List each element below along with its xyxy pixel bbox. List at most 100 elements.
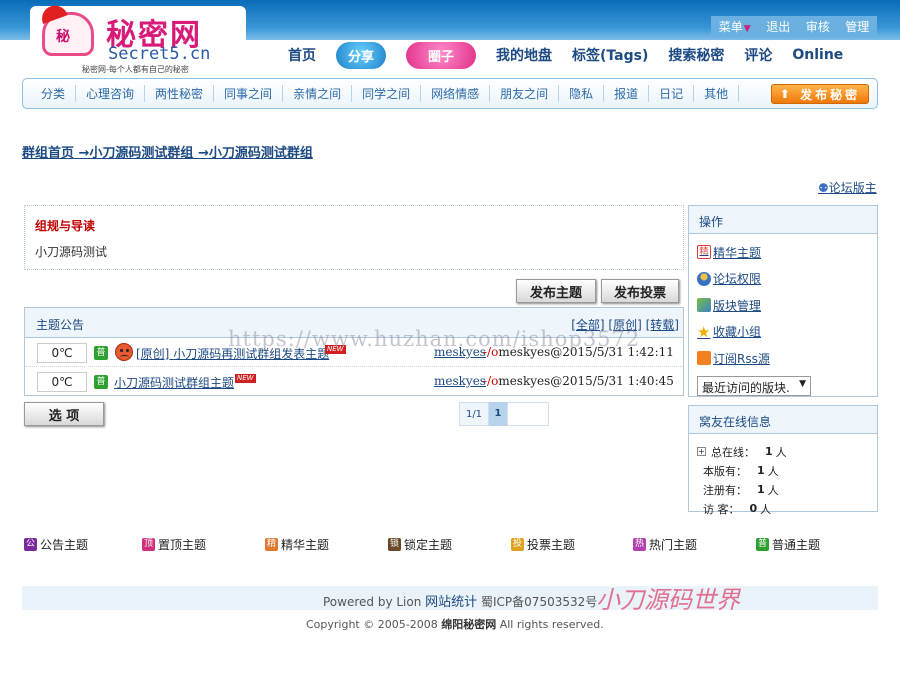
topic-list-header: 主题公告 [全部] [原创] [转载]: [25, 308, 683, 338]
op-board-manage-link[interactable]: 版块管理: [697, 292, 869, 319]
nav-my-space[interactable]: 我的地盘: [496, 45, 552, 65]
filter-repost[interactable]: [转载]: [646, 318, 679, 332]
legend-item: 锁锁定主题: [388, 538, 453, 552]
normal-topic-icon: 普: [94, 346, 108, 360]
normal-topic-icon: 普: [756, 538, 769, 551]
online-total: + 总在线： 1 人: [697, 445, 787, 459]
category-item[interactable]: 同事之间: [214, 85, 284, 102]
category-item[interactable]: 心理咨询: [76, 85, 146, 102]
new-badge: NEW: [235, 374, 256, 383]
poll-icon: 投: [511, 538, 524, 551]
chevron-down-icon: ▼: [799, 378, 806, 389]
star-icon: ★: [697, 322, 711, 341]
jing-icon: 精: [697, 245, 711, 260]
online-registered: 注册有： 1 人: [703, 483, 779, 497]
nav-home[interactable]: 首页: [288, 45, 316, 65]
category-item[interactable]: 亲情之间: [283, 85, 353, 102]
filter-original[interactable]: [原创]: [608, 318, 641, 332]
category-item[interactable]: 分类: [31, 85, 77, 102]
temperature-badge: 0℃: [37, 372, 87, 392]
review-link[interactable]: 审核: [806, 18, 830, 35]
post-poll-button[interactable]: 发布投票: [601, 279, 679, 303]
topic-filters: [全部] [原创] [转载]: [571, 316, 679, 333]
topic-last-reply: -/omeskyes@2015/5/31 1:40:45: [483, 374, 674, 388]
recent-boards-select[interactable]: 最近访问的版块. ▼: [697, 375, 811, 396]
category-item[interactable]: 隐私: [559, 85, 605, 102]
online-title: 窝友在线信息: [689, 406, 877, 434]
board-icon: [697, 298, 711, 313]
topic-list-title: 主题公告: [36, 318, 85, 332]
logo-domain: Secret5.cn: [108, 44, 211, 64]
nav-tags[interactable]: 标签(Tags): [572, 45, 648, 65]
online-board: 本版有： 1 人: [703, 464, 779, 478]
publish-secret-button[interactable]: ⬆ 发布秘密: [771, 84, 869, 104]
rules-text: 小刀源码测试: [35, 245, 108, 259]
nav-circle[interactable]: 圈子: [406, 41, 477, 69]
op-favorite-link[interactable]: ★ 收藏小组: [697, 319, 869, 346]
announcement-icon: 公: [24, 538, 37, 551]
logout-link[interactable]: 退出: [766, 18, 790, 35]
category-item[interactable]: 日记: [649, 85, 695, 102]
brand-watermark: 小刀源码世界: [596, 586, 740, 614]
post-topic-button[interactable]: 发布主题: [516, 279, 596, 303]
legend-item: 顶置顶主题: [142, 538, 207, 552]
legend-item: 投投票主题: [511, 538, 576, 552]
moderator-link[interactable]: ⚉论坛版主: [818, 179, 877, 196]
category-bar: 分类 心理咨询 两性秘密 同事之间 亲情之间 同学之间 网络情感 朋友之间 隐私…: [22, 78, 878, 109]
user-icon: [697, 271, 711, 286]
topic-author-link[interactable]: meskyes: [434, 345, 486, 359]
admin-link[interactable]: 管理: [845, 18, 869, 35]
site-logo[interactable]: 秘 秘密网 Secret5.cn 秘密网-每个人都有自己的秘密: [30, 1, 246, 74]
top-links: 菜单▼ 退出 审核 管理: [711, 16, 877, 36]
up-arrow-icon: ⬆: [779, 87, 793, 101]
operations-title: 操作: [689, 206, 877, 234]
category-item[interactable]: 同学之间: [352, 85, 422, 102]
menu-link[interactable]: 菜单▼: [719, 18, 751, 35]
topic-row: 0℃ 普 小刀源码测试群组主题 NEW meskyes -/omeskyes@2…: [25, 367, 683, 396]
locked-icon: 锁: [388, 538, 401, 551]
op-featured-link[interactable]: 精精华主题: [697, 239, 869, 266]
op-permissions-link[interactable]: 论坛权限: [697, 266, 869, 293]
online-panel: 窝友在线信息 + 总在线： 1 人 本版有： 1 人 注册有： 1 人 访 客： 0 人: [688, 405, 878, 516]
nav-share[interactable]: 分享: [336, 41, 387, 69]
topic-row: 0℃ 普 [原创] 小刀源码再测试群组发表主题 NEW meskyes -/om…: [25, 338, 683, 367]
angry-face-icon: [115, 343, 133, 361]
legend-item: 普普通主题: [756, 538, 821, 552]
stats-link[interactable]: 网站统计: [425, 595, 477, 610]
temperature-badge: 0℃: [37, 343, 87, 363]
topic-title-link[interactable]: 小刀源码测试群组主题: [114, 374, 234, 391]
rss-icon: [697, 351, 711, 366]
group-rules: 组规与导读 小刀源码测试: [24, 205, 684, 270]
operations-panel: 操作 精精华主题 论坛权限 版块管理 ★ 收藏小组 订阅Rss源 最近访问的版块.…: [688, 205, 878, 397]
op-rss-link[interactable]: 订阅Rss源: [697, 345, 869, 372]
category-item[interactable]: 两性秘密: [145, 85, 215, 102]
logo-mark: 秘: [56, 29, 70, 45]
legend-item: 公公告主题: [24, 538, 89, 552]
category-item[interactable]: 网络情感: [421, 85, 491, 102]
nav-online[interactable]: Online: [792, 47, 843, 63]
topic-legend: 公公告主题 顶置顶主题 精精华主题 锁锁定主题 投投票主题 热热门主题 普普通主…: [24, 536, 844, 552]
category-item[interactable]: 报道: [604, 85, 650, 102]
breadcrumb[interactable]: 群组首页 →小刀源码测试群组 →小刀源码测试群组: [22, 142, 313, 161]
topic-author-link[interactable]: meskyes: [434, 374, 486, 388]
nav-comments[interactable]: 评论: [744, 45, 772, 65]
options-button[interactable]: 选 项: [24, 402, 104, 426]
pinned-icon: 顶: [142, 538, 155, 551]
category-item[interactable]: 朋友之间: [490, 85, 560, 102]
logo-slogan: 秘密网-每个人都有自己的秘密: [82, 65, 189, 74]
nav-search[interactable]: 搜索秘密: [668, 45, 724, 65]
page-input[interactable]: [507, 402, 549, 426]
category-item[interactable]: 其他: [694, 85, 740, 102]
featured-icon: 精: [265, 538, 278, 551]
topic-list: 主题公告 [全部] [原创] [转载] 0℃ 普 [原创] 小刀源码再测试群组发…: [24, 307, 684, 396]
filter-all[interactable]: [全部]: [571, 318, 604, 332]
hot-icon: 热: [633, 538, 646, 551]
legend-item: 精精华主题: [265, 538, 330, 552]
normal-topic-icon: 普: [94, 375, 108, 389]
online-guests: 访 客： 0 人: [703, 502, 772, 516]
expand-icon[interactable]: +: [697, 447, 706, 456]
page-current[interactable]: 1: [489, 402, 507, 426]
site-name: 绵阳秘密网: [441, 618, 497, 631]
topic-title-link[interactable]: [原创] 小刀源码再测试群组发表主题: [136, 345, 329, 362]
share-bubble: 分享: [336, 41, 387, 69]
